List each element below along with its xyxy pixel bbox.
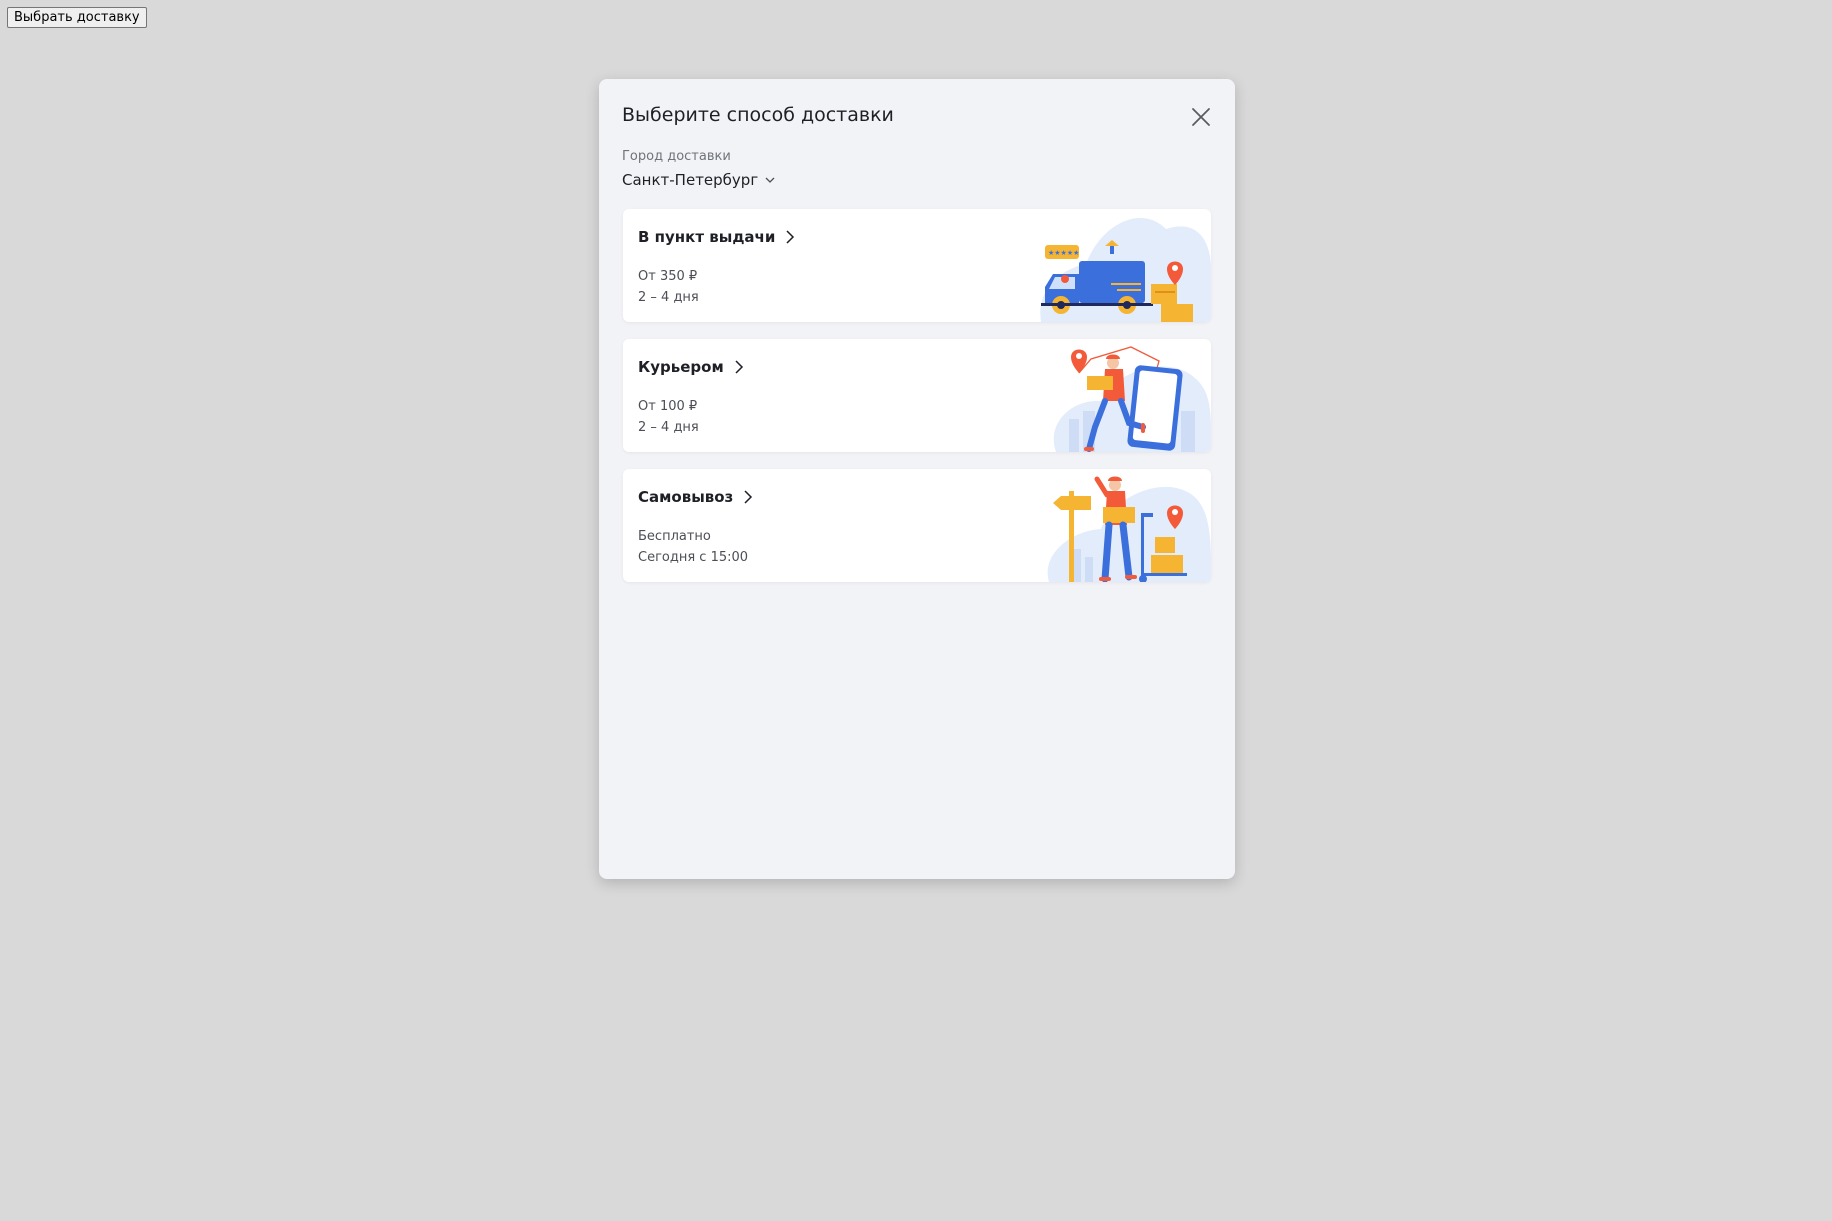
chevron-right-icon	[744, 490, 753, 504]
delivery-option-courier[interactable]: Курьером От 100 ₽ 2 – 4 дня	[623, 339, 1211, 452]
svg-text:★★★★★: ★★★★★	[1048, 249, 1079, 257]
delivery-modal: Выберите способ доставки Город доставки …	[599, 79, 1235, 879]
chevron-right-icon	[735, 360, 743, 374]
delivery-truck-illustration: ★★★★★	[1040, 217, 1211, 322]
pickup-signpost-illustration	[1047, 476, 1211, 582]
city-value: Санкт-Петербург	[622, 171, 759, 189]
modal-title: Выберите способ доставки	[622, 104, 894, 126]
option-price: От 100 ₽	[638, 399, 698, 414]
close-icon[interactable]	[1189, 105, 1213, 129]
city-select[interactable]: Санкт-Петербург	[622, 171, 776, 189]
option-time: 2 – 4 дня	[638, 290, 699, 305]
courier-phone-illustration	[1053, 346, 1211, 452]
option-time: Сегодня с 15:00	[638, 550, 749, 565]
option-time: 2 – 4 дня	[638, 420, 699, 435]
delivery-option-self-pickup[interactable]: Самовывоз Бесплатно Сегодня с 15:00	[623, 469, 1211, 582]
option-price: Бесплатно	[638, 529, 711, 544]
select-delivery-button[interactable]: Выбрать доставку	[7, 7, 147, 28]
option-title: Курьером	[638, 358, 724, 376]
city-label: Город доставки	[622, 149, 731, 164]
option-title: В пункт выдачи	[638, 228, 776, 246]
chevron-down-icon	[765, 177, 775, 183]
option-price: От 350 ₽	[638, 269, 698, 284]
chevron-right-icon	[786, 230, 795, 244]
option-title: Самовывоз	[638, 488, 734, 506]
delivery-option-pickup-point[interactable]: В пункт выдачи От 350 ₽ 2 – 4 дня ★★★★★	[623, 209, 1211, 322]
